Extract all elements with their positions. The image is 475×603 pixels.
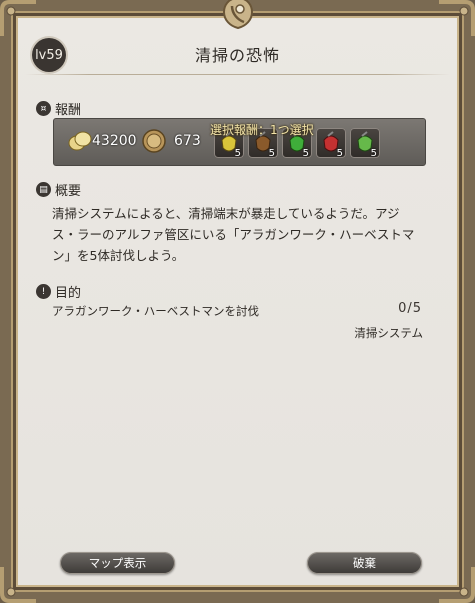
coins-icon: ¤ [36,101,51,116]
ornament-crest-icon [222,0,254,30]
book-icon: ▤ [36,182,51,197]
objective-text: アラガンワーク・ハーベストマンを討伐 [52,304,259,318]
rewards-heading: ¤ 報酬 [36,99,81,118]
corner-ornament-icon [439,0,475,36]
corner-ornament-icon [439,567,475,603]
reward-item[interactable]: 5 [316,128,346,159]
optional-reward-label: 選択報酬：1つ選択 [210,123,314,137]
objective-heading-label: 目的 [55,286,82,301]
objective-count: 0/5 [398,301,422,316]
seal-reward[interactable]: 673 [142,129,201,153]
objective-source: 清掃システム [354,326,423,340]
objective-row: アラガンワーク・ハーベストマンを討伐 0/5 [52,301,422,319]
exclamation-icon: ! [36,284,51,299]
gil-amount: 43200 [92,133,137,149]
quest-title: 清掃の恐怖 [194,46,280,65]
map-button[interactable]: マップ表示 [60,552,175,574]
corner-ornament-icon [0,0,36,36]
abandon-button[interactable]: 破棄 [307,552,422,574]
gil-reward[interactable]: 43200 [68,130,137,152]
corner-ornament-icon [0,567,36,603]
objective-heading: ! 目的 [36,282,81,301]
seal-coin-icon [142,129,166,153]
title-divider [25,74,450,75]
rewards-heading-label: 報酬 [55,103,82,118]
summary-text: 清掃システムによると、清掃端末が暴走しているようだ。アジス・ラーのアルファ管区に… [52,206,415,263]
gil-icon [68,131,92,151]
seal-amount: 673 [174,133,201,149]
summary-heading-label: 概要 [55,184,82,199]
summary-heading: ▤ 概要 [36,180,81,199]
reward-item[interactable]: 5 [350,128,380,159]
